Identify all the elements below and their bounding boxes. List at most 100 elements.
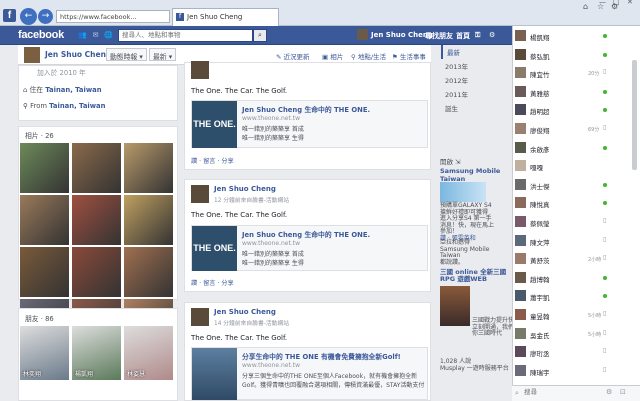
expand-icon: ⇲ (455, 158, 461, 166)
facebook-favicon[interactable]: f (3, 9, 16, 22)
settings-icon[interactable]: ⚙ (489, 31, 495, 39)
year-item[interactable]: 誕生 (441, 101, 512, 115)
photos-title[interactable]: 相片 · 26 (25, 130, 54, 140)
photo-thumbnail[interactable] (72, 247, 121, 297)
find-friends-link[interactable]: 尋找朋友 (425, 31, 453, 41)
contact-avatar (515, 67, 526, 79)
timeline-dropdown[interactable]: 動態時報 ▾ (106, 48, 147, 61)
photo-thumbnail[interactable] (124, 195, 173, 245)
chat-search-input[interactable] (524, 387, 594, 398)
friends-title[interactable]: 朋友 · 86 (25, 313, 54, 323)
ad2-text[interactable]: 三國戰力提升快 立刻開通，我們發給 你三國時代 (472, 317, 526, 338)
latest-dropdown[interactable]: 最新 ▾ (149, 48, 177, 61)
post-meta[interactable]: 12 分鐘前來自臉書-活動網站 (214, 195, 289, 204)
year-item[interactable]: 2011年 (441, 87, 512, 101)
from-city-link[interactable]: Tainan, Taiwan (49, 102, 105, 110)
intro-from: ⚲ From Tainan, Taiwan (23, 102, 105, 110)
friend-requests-icon[interactable]: 👥 (78, 31, 87, 40)
ad2-image[interactable] (440, 286, 470, 326)
browser-tab[interactable]: f Jen Shuo Cheng (172, 8, 279, 26)
notifications-icon[interactable]: 🌐 (104, 31, 113, 40)
chat-popout-icon[interactable]: ⊡ (620, 388, 626, 396)
mobile-icon: ▯ (603, 310, 607, 317)
facebook-logo[interactable]: facebook (18, 29, 64, 41)
back-button[interactable]: ← (20, 8, 37, 25)
idle-time: 5小時 (588, 313, 602, 319)
ad1-title[interactable]: Samsung Mobile Taiwan (440, 167, 510, 183)
link-preview[interactable]: THE ONE. Jen Shuo Cheng 生命中的 THE ONE. ww… (191, 100, 428, 148)
chat-options-icon[interactable]: ⚙ (606, 388, 612, 396)
year-item[interactable]: 2013年 (441, 59, 512, 73)
friend-tile[interactable]: 林奕翔 (20, 326, 69, 380)
maximize-icon[interactable]: □ (613, 0, 620, 6)
profile-name[interactable]: Jen Shuo Cheng (45, 50, 111, 59)
photo-thumbnail[interactable] (20, 143, 69, 193)
messages-icon[interactable]: ✉ (91, 31, 100, 40)
post-text: The One. The Car. The Golf. (191, 211, 288, 219)
close-icon[interactable]: ✕ (627, 0, 633, 6)
contact-name: 趙明超 (530, 108, 550, 117)
lives-city-link[interactable]: Tainan, Taiwan (45, 86, 101, 94)
link-title[interactable]: Jen Shuo Cheng 生命中的 THE ONE. (242, 229, 370, 239)
home-link[interactable]: 首頁 (456, 31, 470, 41)
camera-icon: ▣ (322, 53, 329, 61)
post-actions[interactable]: 讚 · 留言 · 分享 (191, 278, 234, 287)
link-preview[interactable]: THE ONE. Jen Shuo Cheng 生命中的 THE ONE. ww… (191, 225, 428, 271)
pencil-icon: ✎ (276, 53, 282, 61)
post-author-avatar[interactable] (191, 185, 209, 203)
search-icon[interactable]: ⌕ (253, 29, 267, 42)
user-avatar[interactable] (357, 29, 368, 40)
link-title[interactable]: 分享生命中的 THE ONE 有機會免費擁抱全新Golf! (242, 351, 401, 361)
profile-thumbnail[interactable] (24, 47, 40, 63)
contact-name: 黃雅慈 (530, 89, 550, 98)
mobile-icon: ▯ (603, 365, 607, 373)
photo-thumbnail[interactable] (72, 143, 121, 193)
photo-thumbnail[interactable] (124, 143, 173, 193)
online-status-icon (603, 89, 607, 94)
ad1-image[interactable] (440, 182, 486, 202)
photo-thumbnail[interactable] (72, 195, 121, 245)
status-update-link[interactable]: ✎ 近況更新 (276, 51, 310, 61)
friend-tile[interactable]: 林姿慧 (124, 326, 173, 380)
chat-sidebar (512, 26, 640, 401)
contact-avatar (515, 271, 526, 283)
photo-thumbnail[interactable] (20, 195, 69, 245)
post-author-avatar[interactable] (191, 308, 209, 326)
post-3: Jen Shuo Cheng 14 分鐘前來自臉書-活動網站 The One. … (184, 302, 431, 401)
post-author-name[interactable]: Jen Shuo Cheng (214, 308, 276, 316)
friend-tile[interactable]: 楊凱翔 (72, 326, 121, 380)
link-preview[interactable]: 分享生命中的 THE ONE 有機會免費擁抱全新Golf! www.theone… (191, 347, 428, 400)
link-title[interactable]: Jen Shuo Cheng 生命中的 THE ONE. (242, 104, 370, 114)
home-icon[interactable]: ⌂ (583, 2, 588, 11)
photo-thumbnail[interactable] (124, 247, 173, 297)
photo-thumbnail[interactable] (20, 247, 69, 297)
post-author-name[interactable]: Jen Shuo Cheng (214, 185, 276, 193)
idle-time: 5小時 (588, 331, 602, 338)
contact-name: 廖俊翔 (530, 127, 550, 135)
post-actions[interactable]: 讚 · 留言 · 分享 (191, 156, 234, 165)
search-input[interactable] (118, 29, 253, 42)
place-link[interactable]: ⚲ 地點/生活 (351, 51, 386, 61)
link-desc-2: 唯一錯別的築築享 生得 (242, 135, 304, 142)
mobile-icon: ▯ (603, 68, 607, 76)
privacy-icon[interactable]: ⚿ (475, 31, 480, 40)
online-status-icon (603, 145, 607, 150)
ad2-title[interactable]: 三國 online 全新三國 RPG 遊戲WEB (440, 269, 510, 283)
forward-button[interactable]: → (38, 9, 53, 24)
photo-link[interactable]: ▣ 相片 (322, 51, 343, 61)
life-event-label: 生活事事 (399, 53, 426, 61)
post-text: The One. The Car. The Golf. (191, 334, 288, 342)
post-meta[interactable]: 14 分鐘前來自臉書-活動網站 (214, 318, 289, 327)
chat-scrollbar[interactable] (632, 60, 637, 170)
mobile-icon: ▯ (603, 217, 607, 224)
year-item[interactable]: 最新 (441, 45, 512, 59)
address-bar[interactable]: https://www.facebook... (56, 10, 170, 23)
user-name-link[interactable]: Jen Shuo Cheng (371, 31, 433, 39)
post-author-avatar[interactable] (191, 61, 209, 79)
life-event-link[interactable]: ⚑ 生活事事 (392, 51, 426, 61)
ad1-text[interactable]: 預購單GALAXY S4 搶鮮好禮即可獲得 進入分享S4 第一手 消息！快，現在馬上參… (440, 202, 510, 236)
minimize-icon[interactable]: — (599, 0, 606, 6)
open-ticker[interactable]: 開啟 ⇲ (440, 156, 461, 166)
contact-avatar (515, 253, 526, 265)
year-item[interactable]: 2012年 (441, 73, 512, 87)
